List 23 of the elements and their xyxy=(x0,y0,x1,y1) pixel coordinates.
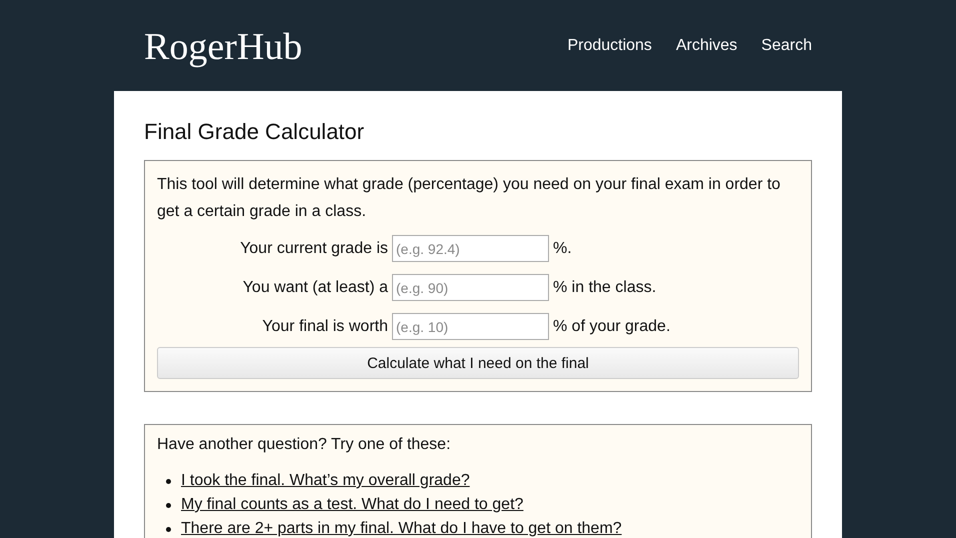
field-label: You want (at least) a xyxy=(242,278,388,296)
nav-link[interactable]: Search xyxy=(761,36,812,54)
calculate-button[interactable]: Calculate what I need on the final xyxy=(157,347,799,379)
input-field[interactable]: (e.g. 90) xyxy=(392,274,549,301)
question-link[interactable]: There are 2+ parts in my final. What do I have to get on them? xyxy=(181,520,622,538)
input-field[interactable]: (e.g. 92.4) xyxy=(392,235,549,262)
question-heading: Have another question? Try one of these: xyxy=(157,435,452,455)
site-logo[interactable]: RogerHub xyxy=(144,24,302,68)
nav-link[interactable]: Productions xyxy=(567,36,652,54)
field-suffix: % of your grade. xyxy=(553,318,670,336)
field-suffix: % in the class. xyxy=(553,278,656,296)
page-title: Final Grade Calculator xyxy=(144,119,366,145)
bullet-icon xyxy=(166,526,171,532)
question-link[interactable]: My final counts as a test. What do I need to get? xyxy=(181,496,524,514)
field-suffix: %. xyxy=(553,240,572,258)
question-link[interactable]: I took the final. What’s my overall grade? xyxy=(181,472,470,490)
bullet-icon xyxy=(166,502,171,508)
field-label: Your final is worth xyxy=(261,318,388,336)
input-field[interactable]: (e.g. 10) xyxy=(392,313,549,340)
nav-link[interactable]: Archives xyxy=(676,36,738,54)
bullet-icon xyxy=(166,478,171,484)
intro-text: This tool will determine what grade (percentage) you need on your final exam in order to get a certain grade in a class. xyxy=(157,175,782,222)
field-label: Your current grade is xyxy=(239,240,388,258)
